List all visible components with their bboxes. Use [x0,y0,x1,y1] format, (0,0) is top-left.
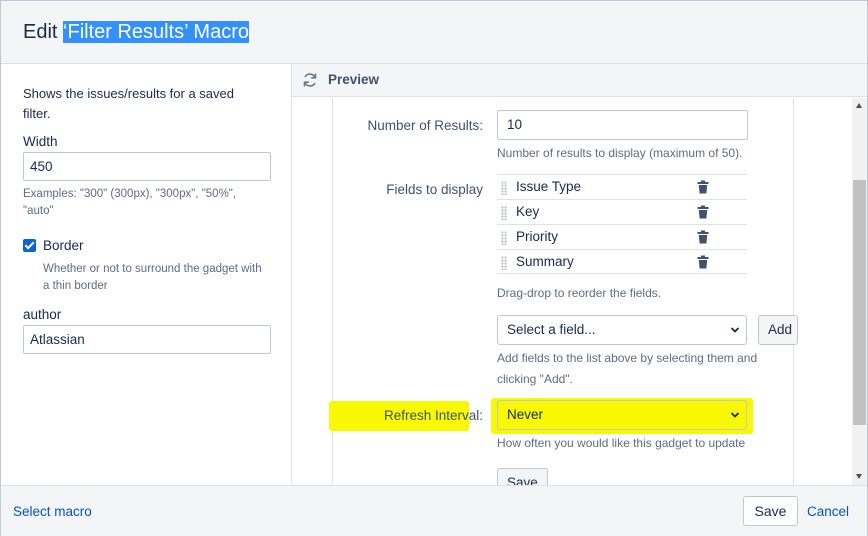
drag-handle-icon[interactable] [501,181,507,195]
macro-parameters-panel: Shows the issues/results for a saved fil… [1,64,292,485]
preview-label: Preview [328,72,380,87]
chevron-down-icon [730,327,740,333]
select-field-dropdown[interactable]: Select a field... [497,315,747,345]
width-input[interactable]: 450 [23,152,271,181]
dialog-header: Edit ‘Filter Results’ Macro [1,1,867,64]
border-label: Border [43,238,84,253]
number-of-results-hint: Number of results to display (maximum of… [497,146,743,160]
field-row[interactable]: Key [497,199,747,224]
title-selected-text: ‘Filter Results’ Macro [63,21,249,43]
border-hint: Whether or not to surround the gadget wi… [43,263,262,292]
number-of-results-input[interactable]: 10 [497,110,748,140]
author-label: author [23,307,62,322]
macro-dialog: Edit ‘Filter Results’ Macro Shows the is… [0,0,868,536]
scrollbar-thumb[interactable] [853,180,866,425]
preview-bar[interactable]: Preview [292,64,867,97]
add-field-hint: Add fields to the list above by selectin… [497,351,758,386]
select-macro-link[interactable]: Select macro [13,504,92,519]
drag-handle-icon[interactable] [501,256,507,270]
drag-handle-icon[interactable] [501,206,507,220]
select-field-value: Select a field... [507,322,596,337]
fields-hint: Drag-drop to reorder the fields. [497,286,662,300]
gadget-config-panel: Number of Results: 10 Number of results … [329,98,798,485]
field-row[interactable]: Priority [497,224,747,249]
drag-handle-icon[interactable] [501,231,507,245]
refresh-interval-label: Refresh Interval: [383,408,483,423]
preview-scrollbar[interactable] [852,98,867,485]
scroll-down-arrow[interactable] [856,474,862,479]
gadget-save-button[interactable]: Save [497,468,548,485]
field-name: Priority [516,229,559,244]
save-button[interactable]: Save [743,496,798,526]
field-row[interactable]: Summary [497,249,747,274]
macro-description: Shows the issues/results for a saved fil… [23,86,234,121]
preview-content: Number of Results: 10 Number of results … [292,98,852,485]
trash-icon[interactable] [696,255,710,269]
title-prefix: Edit [23,21,64,43]
fields-to-display-label: Fields to display [386,182,483,197]
width-label: Width [23,134,58,149]
field-name: Summary [516,254,574,269]
scroll-up-arrow[interactable] [856,103,862,108]
trash-icon[interactable] [696,180,710,194]
field-name: Key [516,204,540,219]
cancel-link[interactable]: Cancel [807,504,849,519]
dialog-footer: Select macro Save Cancel [1,485,867,536]
refresh-interval-hint: How often you would like this gadget to … [497,436,746,450]
chevron-down-icon [730,412,740,418]
dialog-title: Edit ‘Filter Results’ Macro [23,21,249,44]
author-input[interactable]: Atlassian [23,325,271,354]
border-checkbox[interactable] [23,239,36,252]
trash-icon[interactable] [696,230,710,244]
refresh-interval-select[interactable]: Never [497,400,747,430]
number-of-results-label: Number of Results: [367,118,483,133]
field-row[interactable]: Issue Type [497,174,747,199]
field-name: Issue Type [516,179,582,194]
add-field-button[interactable]: Add [758,315,798,345]
refresh-interval-value: Never [507,407,544,422]
refresh-icon[interactable] [302,72,318,88]
width-hint: Examples: "300" (300px), "300px", "50%",… [23,188,237,217]
preview-panel: Preview Number of Results: 10 Number of … [292,64,867,485]
trash-icon[interactable] [696,205,710,219]
